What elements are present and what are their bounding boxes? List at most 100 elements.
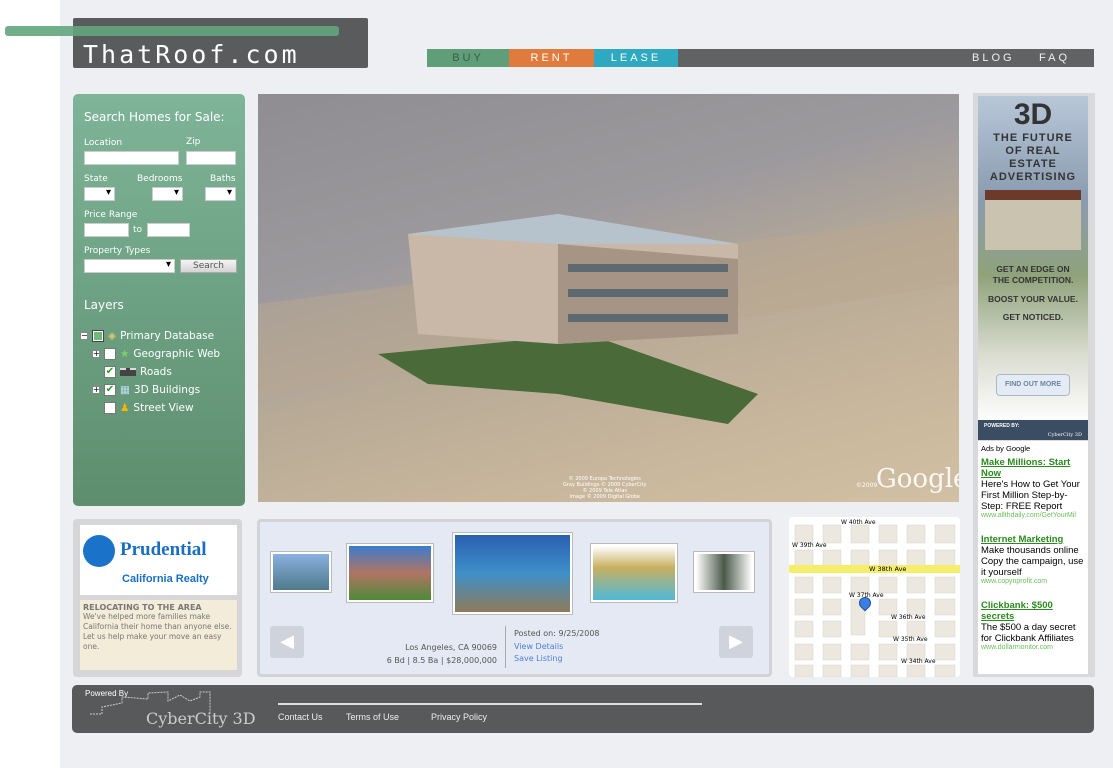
ad-body: The $500 a day secret for Clickbank Affi… bbox=[981, 622, 1076, 644]
layer-label: Street View bbox=[133, 402, 194, 414]
nav-buy[interactable]: BUY bbox=[427, 49, 509, 67]
layer-checkbox[interactable]: ✔ bbox=[104, 366, 116, 378]
ad-link[interactable]: Make Millions: Start Now bbox=[981, 457, 1085, 479]
ad-url[interactable]: www.copynprofit.com bbox=[981, 578, 1085, 585]
building-icon: ▦ bbox=[120, 384, 130, 396]
layer-3d-buildings[interactable]: + ✔ ▦ 3D Buildings bbox=[92, 384, 200, 396]
terms-of-use-link[interactable]: Terms of Use bbox=[346, 712, 399, 722]
prudential-logo[interactable]: Prudential California Realty bbox=[80, 525, 237, 595]
layer-label: Geographic Web bbox=[133, 348, 221, 360]
footer: Powered By CyberCity 3D Contact Us Terms… bbox=[72, 685, 1094, 733]
posted-date: Posted on: 9/25/2008 bbox=[514, 629, 600, 638]
ad-line3: GET NOTICED. bbox=[1002, 312, 1064, 322]
baths-label: Baths bbox=[210, 174, 236, 184]
search-button[interactable]: Search bbox=[180, 259, 237, 273]
listing-thumbnail-selected[interactable] bbox=[452, 532, 573, 615]
layer-geographic-web[interactable]: + ★ Geographic Web bbox=[92, 348, 220, 360]
layer-label: Primary Database bbox=[120, 330, 215, 342]
cybercity-ad-banner[interactable]: 3D THE FUTURE OF REAL ESTATE ADVERTISING… bbox=[978, 96, 1088, 440]
ad-url[interactable]: www.dollarmonitor.com bbox=[981, 644, 1085, 651]
previous-arrow-button[interactable]: ◀ bbox=[270, 626, 304, 658]
nav-rent[interactable]: RENT bbox=[509, 49, 594, 67]
state-label: State bbox=[84, 174, 108, 184]
expand-icon[interactable]: + bbox=[92, 386, 100, 394]
ad-link[interactable]: Internet Marketing bbox=[981, 534, 1085, 545]
3d-scene bbox=[258, 214, 959, 424]
price-range-label: Price Range bbox=[84, 210, 138, 220]
ad-line2: BOOST YOUR VALUE. bbox=[988, 294, 1078, 304]
listing-actions: Posted on: 9/25/2008 View Details Save L… bbox=[514, 628, 600, 666]
find-out-more-button[interactable]: FIND OUT MORE bbox=[996, 374, 1070, 396]
listing-thumbnail[interactable] bbox=[693, 551, 755, 593]
save-listing-link[interactable]: Save Listing bbox=[514, 653, 600, 666]
nav-faq[interactable]: FAQ bbox=[1039, 52, 1070, 64]
google-ads: Ads by Google Make Millions: Start Now H… bbox=[978, 441, 1088, 674]
baths-select[interactable] bbox=[205, 187, 236, 201]
nav-blog[interactable]: BLOG bbox=[972, 52, 1015, 64]
layer-label: Roads bbox=[140, 366, 172, 378]
location-label: Location bbox=[84, 138, 123, 148]
street-label: W 34th Ave bbox=[901, 658, 936, 665]
road-icon bbox=[120, 368, 136, 376]
google-logo: Google bbox=[876, 464, 959, 494]
pegman-icon: ♟ bbox=[120, 402, 130, 414]
street-map[interactable]: W 40th Ave W 39th Ave W 38th Ave W 37th … bbox=[789, 517, 960, 677]
layer-primary-database[interactable]: − ◈ Primary Database bbox=[80, 330, 214, 342]
3d-map-viewer[interactable]: © 2009 Europa Technologies Gray Buildings… bbox=[258, 94, 959, 502]
logo-text: ThatRoof.com bbox=[83, 40, 300, 69]
prudential-panel: Prudential California Realty RELOCATING … bbox=[73, 519, 242, 677]
ad-url[interactable]: www.allthdaily.com/GetYourMil bbox=[981, 512, 1085, 519]
listing-thumbnail[interactable] bbox=[270, 551, 332, 593]
collapse-icon[interactable]: − bbox=[80, 332, 88, 340]
street-label: W 40th Ave bbox=[841, 519, 876, 526]
privacy-policy-link[interactable]: Privacy Policy bbox=[431, 712, 487, 722]
house-image bbox=[985, 190, 1081, 250]
nav-lease[interactable]: LEASE bbox=[594, 49, 678, 67]
ad-body: Here's How to Get Your First Million Ste… bbox=[981, 479, 1080, 512]
listing-thumbnail[interactable] bbox=[590, 543, 678, 603]
cybercity-logo[interactable]: CyberCity 3D bbox=[146, 709, 256, 728]
listing-thumbnail[interactable] bbox=[346, 543, 434, 603]
state-select[interactable] bbox=[84, 187, 115, 201]
layer-street-view[interactable]: ♟ Street View bbox=[104, 402, 194, 414]
ad-footer: POWERED BY: CyberCity 3D bbox=[978, 420, 1088, 440]
price-min-input[interactable] bbox=[84, 223, 129, 237]
logo-accent-bar bbox=[5, 26, 339, 36]
location-input[interactable] bbox=[84, 151, 179, 165]
layer-checkbox[interactable] bbox=[92, 330, 104, 342]
search-title: Search Homes for Sale: bbox=[84, 110, 225, 124]
street-label: W 36th Ave bbox=[891, 614, 926, 621]
layer-checkbox[interactable] bbox=[104, 348, 116, 360]
layer-label: 3D Buildings bbox=[133, 384, 201, 396]
ad-3d: 3D bbox=[1013, 98, 1053, 131]
street-label: W 38th Ave bbox=[869, 565, 907, 573]
street-label: W 35th Ave bbox=[893, 636, 928, 643]
listing-carousel: ◀ ▶ Los Angeles, CA 90069 6 Bd | 8.5 Ba |… bbox=[257, 519, 772, 677]
zip-input[interactable] bbox=[186, 151, 236, 165]
rock-icon bbox=[83, 535, 115, 567]
bedrooms-select[interactable] bbox=[152, 187, 183, 201]
map-attribution: © 2009 Europa Technologies Gray Buildings… bbox=[563, 476, 647, 500]
layers-title: Layers bbox=[84, 298, 124, 312]
layer-roads[interactable]: ✔ Roads bbox=[104, 366, 172, 378]
relocating-box: RELOCATING TO THE AREA We've helped more… bbox=[80, 600, 237, 670]
to-label: to bbox=[133, 225, 143, 235]
layer-checkbox[interactable]: ✔ bbox=[104, 384, 116, 396]
contact-us-link[interactable]: Contact Us bbox=[278, 712, 323, 722]
property-types-label: Property Types bbox=[84, 246, 151, 256]
listing-summary: Los Angeles, CA 90069 6 Bd | 8.5 Ba | $28… bbox=[386, 643, 497, 665]
google-year: ©2009 bbox=[856, 482, 878, 489]
price-max-input[interactable] bbox=[147, 223, 190, 237]
view-details-link[interactable]: View Details bbox=[514, 641, 600, 654]
star-icon: ★ bbox=[120, 348, 130, 360]
expand-icon[interactable]: + bbox=[92, 350, 100, 358]
database-icon: ◈ bbox=[108, 330, 117, 342]
ad-body: Make thousands online Copy the campaign,… bbox=[981, 545, 1084, 578]
next-arrow-button[interactable]: ▶ bbox=[719, 626, 753, 658]
ad-link[interactable]: Clickbank: $500 secrets bbox=[981, 600, 1085, 622]
footer-rule bbox=[278, 703, 702, 705]
bedrooms-label: Bedrooms bbox=[137, 174, 183, 184]
layer-checkbox[interactable] bbox=[104, 402, 116, 414]
property-types-select[interactable] bbox=[84, 259, 175, 273]
search-panel: Search Homes for Sale: Location Zip Stat… bbox=[73, 94, 245, 506]
